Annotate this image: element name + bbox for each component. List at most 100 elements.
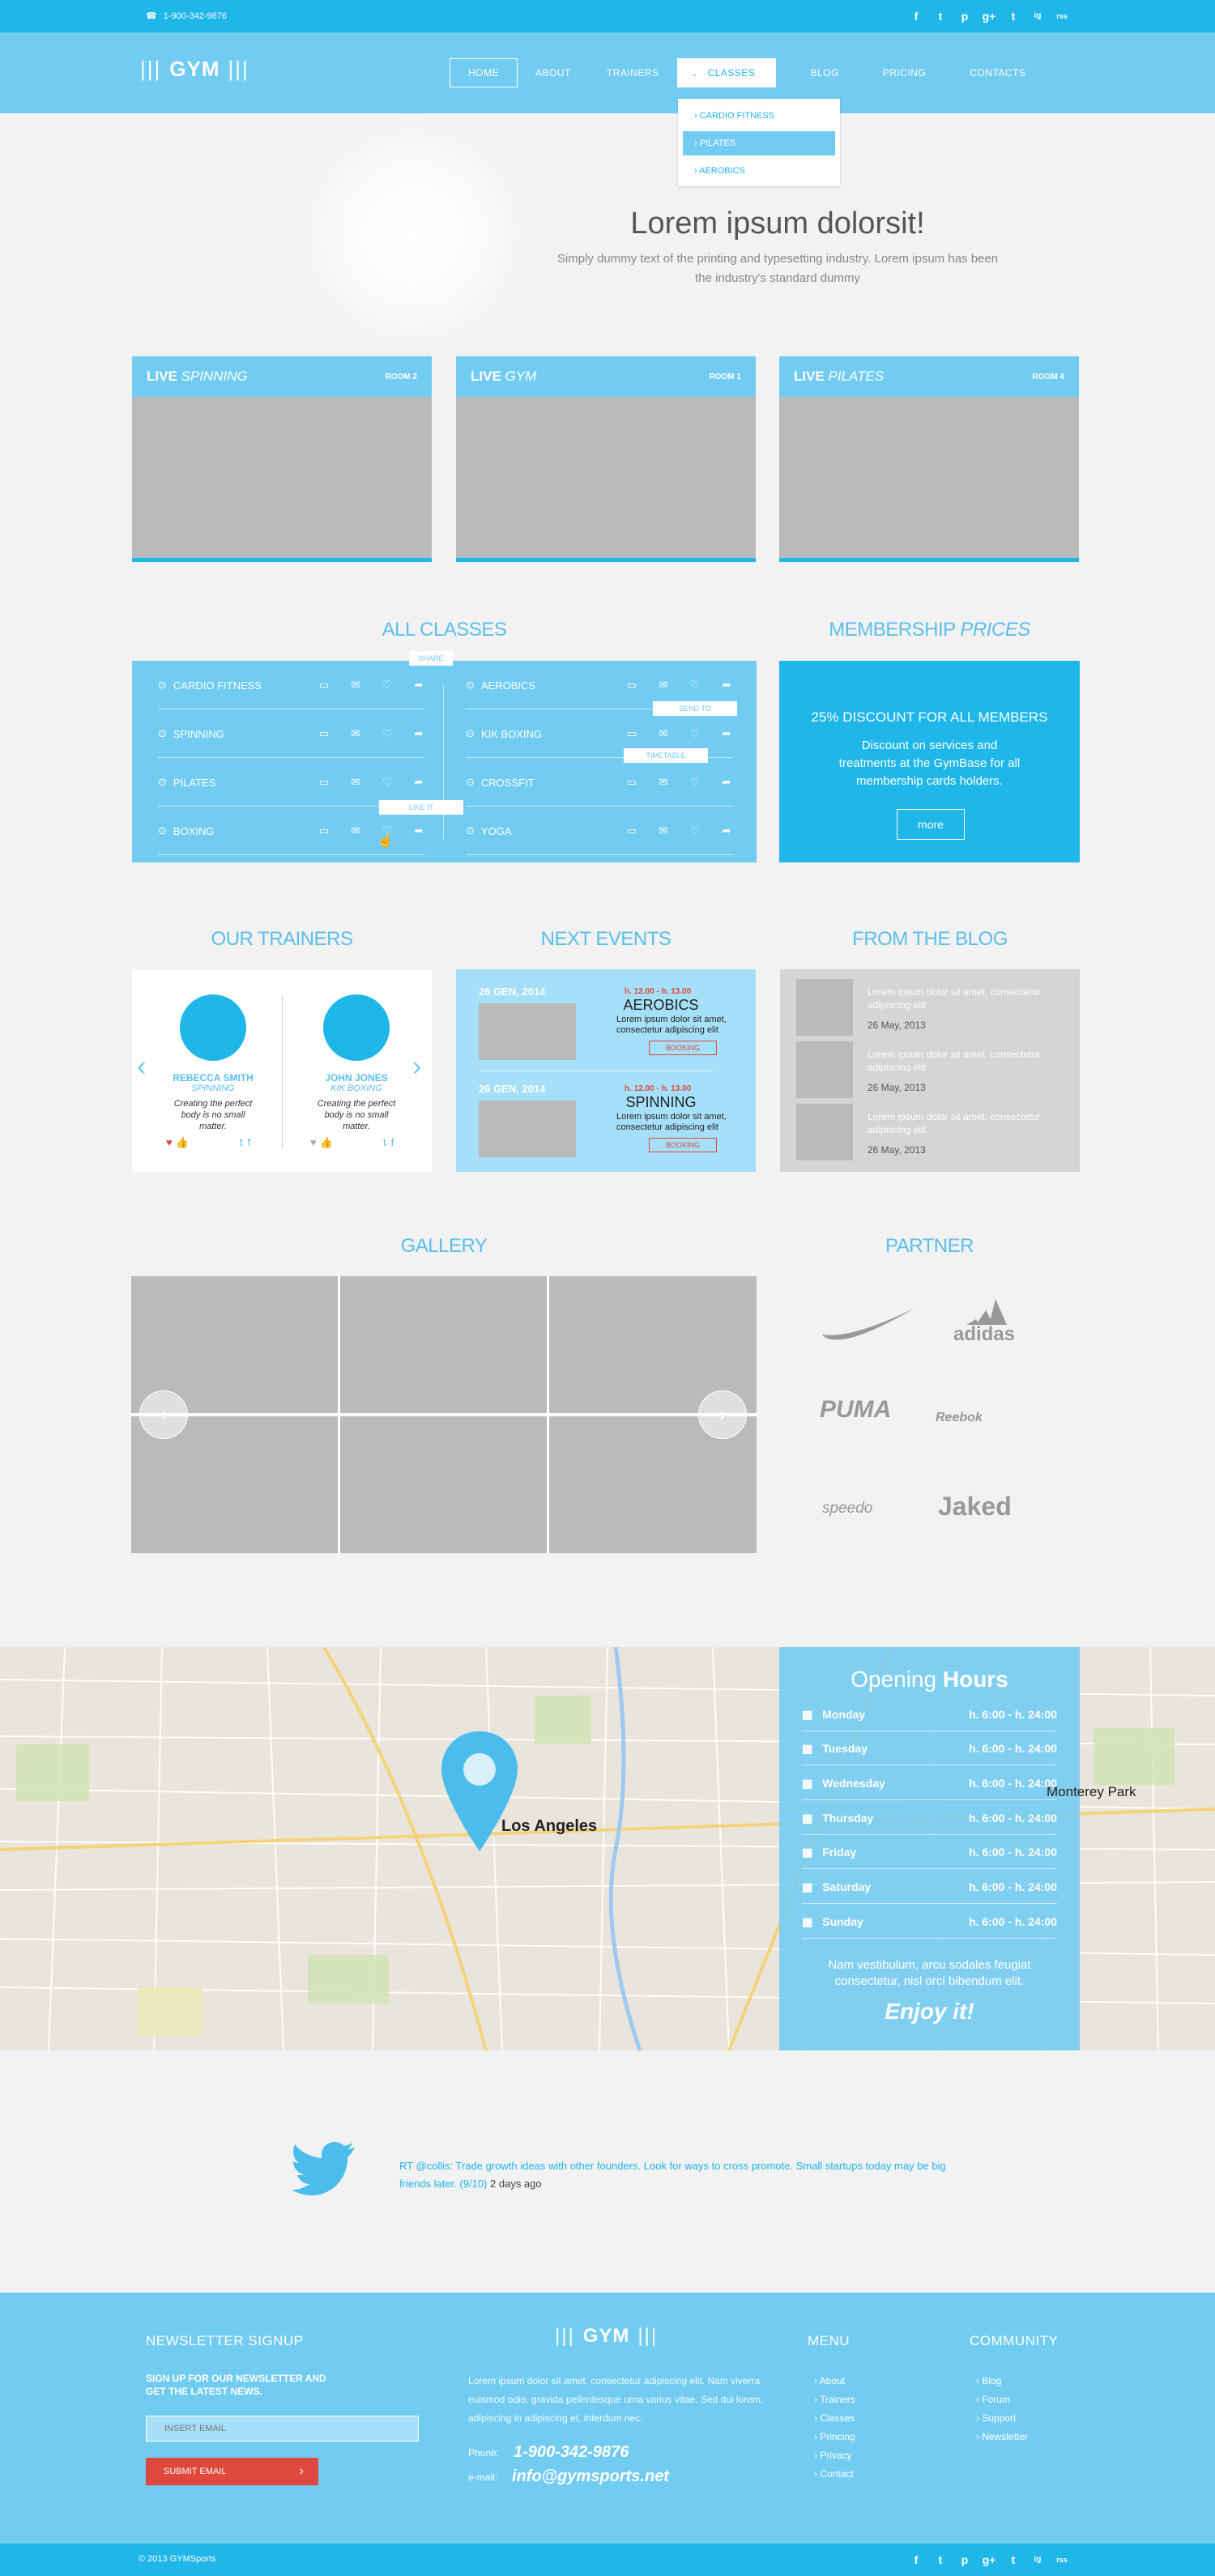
rss-icon[interactable]: rss xyxy=(1055,2553,1069,2567)
mail-icon[interactable]: ✉ xyxy=(657,776,670,789)
footer-link[interactable]: › Princing xyxy=(814,2428,855,2446)
blog-post[interactable]: Lorem ipsum dolor sit amet, consectetur … xyxy=(796,1041,1072,1098)
heart-icon[interactable]: ♡ xyxy=(688,824,701,837)
thumb-icon[interactable]: 👍 xyxy=(320,1136,333,1149)
logo[interactable]: ||| GYM ||| xyxy=(140,57,249,82)
calendar-icon[interactable]: ▭ xyxy=(318,727,330,740)
footer-link[interactable]: › Privacy xyxy=(814,2446,855,2465)
share-icon[interactable]: ➦ xyxy=(720,824,733,837)
footer-link[interactable]: › Trainers xyxy=(814,2391,855,2409)
gallery-next-icon[interactable]: › xyxy=(698,1390,747,1439)
pinterest-icon[interactable]: p xyxy=(957,2553,972,2567)
heart-icon[interactable]: ♥ xyxy=(310,1136,317,1149)
thumb-icon[interactable]: 👍 xyxy=(176,1136,189,1149)
submit-email-button[interactable]: SUBMIT EMAIL › xyxy=(146,2458,318,2485)
googleplus-icon[interactable]: g+ xyxy=(982,9,996,23)
heart-icon[interactable]: ♡ xyxy=(688,727,701,740)
footer-phone[interactable]: 1-900-342-9876 xyxy=(514,2443,629,2462)
live-video-pilates[interactable]: LIVE PILATES ROOM 4 xyxy=(779,356,1079,562)
live-video-spinning[interactable]: LIVE SPINNING ROOM 2 xyxy=(132,356,432,562)
mail-icon[interactable]: ✉ xyxy=(349,824,362,837)
more-button[interactable]: more xyxy=(897,809,965,840)
trainer-card[interactable]: REBECCA SMITH SPINNING Creating the perf… xyxy=(144,969,282,1172)
booking-button[interactable]: BOOKING xyxy=(649,1138,717,1152)
footer-link[interactable]: › Classes xyxy=(814,2409,855,2428)
heart-icon[interactable]: ♥ xyxy=(166,1136,173,1149)
calendar-icon[interactable]: ▭ xyxy=(625,776,638,789)
calendar-icon[interactable]: ▭ xyxy=(625,824,638,837)
calendar-icon[interactable]: ▭ xyxy=(318,679,330,692)
gallery-prev-icon[interactable]: ‹ xyxy=(139,1390,188,1439)
calendar-icon[interactable]: ▭ xyxy=(625,679,638,692)
footer-email[interactable]: info@gymsports.net xyxy=(512,2467,669,2486)
share-icon[interactable]: ➦ xyxy=(720,776,733,789)
calendar-icon[interactable]: ▭ xyxy=(625,727,638,740)
twitter-icon[interactable]: t xyxy=(383,1136,386,1148)
twitter-icon[interactable]: t xyxy=(933,9,948,23)
instagram-icon[interactable]: ig xyxy=(1030,2553,1045,2567)
heart-icon[interactable]: ♡ xyxy=(381,727,394,740)
calendar-icon[interactable]: ▭ xyxy=(318,824,330,837)
footer-link[interactable]: › Support xyxy=(976,2409,1028,2428)
tumblr-icon[interactable]: t xyxy=(1006,2553,1021,2567)
mail-icon[interactable]: ✉ xyxy=(657,679,670,692)
share-icon[interactable]: ➦ xyxy=(412,824,425,837)
heart-icon[interactable]: ♡ xyxy=(381,776,394,789)
class-row[interactable]: ⊙ CROSSFIT ▭ ✉ ♡ ➦ xyxy=(466,758,733,807)
tweet-text[interactable]: RT @collis: Trade growth ideas with othe… xyxy=(399,2160,946,2190)
mail-icon[interactable]: ✉ xyxy=(657,727,670,740)
tumblr-icon[interactable]: t xyxy=(1006,9,1021,23)
footer-link[interactable]: › Forum xyxy=(976,2391,1028,2409)
booking-button[interactable]: BOOKING xyxy=(649,1041,717,1055)
instagram-icon[interactable]: ig xyxy=(1030,9,1045,23)
class-row[interactable]: ⊙ CARDIO FITNESS ▭ ✉ ♡ ➦ xyxy=(158,661,425,709)
share-icon[interactable]: ➦ xyxy=(720,727,733,740)
calendar-icon[interactable]: ▭ xyxy=(318,776,330,789)
rss-icon[interactable]: rss xyxy=(1055,9,1069,23)
footer-logo[interactable]: ||| GYM ||| xyxy=(555,2325,658,2348)
blog-post[interactable]: Lorem ipsum dolor sit amet, consectetur … xyxy=(796,1104,1072,1160)
dropdown-item-pilates[interactable]: › PILATES xyxy=(683,131,835,155)
nav-about[interactable]: ABOUT xyxy=(518,58,589,87)
class-row[interactable]: ⊙ PILATES ▭ ✉ ♡ ➦ xyxy=(158,758,425,807)
twitter-icon[interactable]: t xyxy=(933,2553,948,2567)
footer-link[interactable]: › Newsletter xyxy=(976,2428,1028,2446)
footer-link[interactable]: › Contact xyxy=(814,2465,855,2484)
pinterest-icon[interactable]: p xyxy=(957,9,972,23)
nav-pricing[interactable]: PRICING xyxy=(865,58,944,87)
mail-icon[interactable]: ✉ xyxy=(349,679,362,692)
facebook-icon[interactable]: f xyxy=(248,1136,251,1148)
heart-icon[interactable]: ♡ xyxy=(688,679,701,692)
gallery-image[interactable] xyxy=(340,1276,547,1413)
mail-icon[interactable]: ✉ xyxy=(657,824,670,837)
share-icon[interactable]: ➦ xyxy=(412,679,425,692)
facebook-icon[interactable]: f xyxy=(909,2553,923,2567)
dropdown-item-aerobics[interactable]: › AEROBICS xyxy=(683,159,835,183)
facebook-icon[interactable]: f xyxy=(909,9,923,23)
footer-link[interactable]: › Blog xyxy=(976,2372,1028,2391)
mail-icon[interactable]: ✉ xyxy=(349,727,362,740)
live-video-gym[interactable]: LIVE GYM ROOM 1 xyxy=(456,356,756,562)
email-input[interactable] xyxy=(146,2416,419,2442)
facebook-icon[interactable]: f xyxy=(391,1136,394,1148)
trainer-card[interactable]: JOHN JONES KIK BOXING Creating the perfe… xyxy=(288,969,425,1172)
nav-classes[interactable]: ⌄ CLASSES xyxy=(676,58,777,87)
dropdown-item-cardio[interactable]: › CARDIO FITNESS xyxy=(683,104,835,128)
blog-post[interactable]: Lorem ipsum dolor sit amet, consectetur … xyxy=(796,979,1072,1036)
nav-contacts[interactable]: CONTACTS xyxy=(952,58,1043,87)
footer-link[interactable]: › About xyxy=(814,2372,855,2391)
nav-home[interactable]: HOME xyxy=(450,58,518,87)
share-icon[interactable]: ➦ xyxy=(720,679,733,692)
nav-blog[interactable]: BLOG xyxy=(792,58,856,87)
class-row[interactable]: ⊙ SPINNING ▭ ✉ ♡ ➦ xyxy=(158,709,425,758)
googleplus-icon[interactable]: g+ xyxy=(982,2553,996,2567)
mail-icon[interactable]: ✉ xyxy=(349,776,362,789)
nav-trainers[interactable]: TRAINERS xyxy=(589,58,677,87)
gallery-image[interactable] xyxy=(340,1416,547,1553)
heart-icon[interactable]: ♡ xyxy=(688,776,701,789)
share-icon[interactable]: ➦ xyxy=(412,776,425,789)
heart-icon[interactable]: ♡ xyxy=(381,679,394,692)
share-icon[interactable]: ➦ xyxy=(412,727,425,740)
class-row[interactable]: ⊙ YOGA ▭ ✉ ♡ ➦ xyxy=(466,807,733,855)
twitter-icon[interactable]: t xyxy=(240,1136,243,1148)
